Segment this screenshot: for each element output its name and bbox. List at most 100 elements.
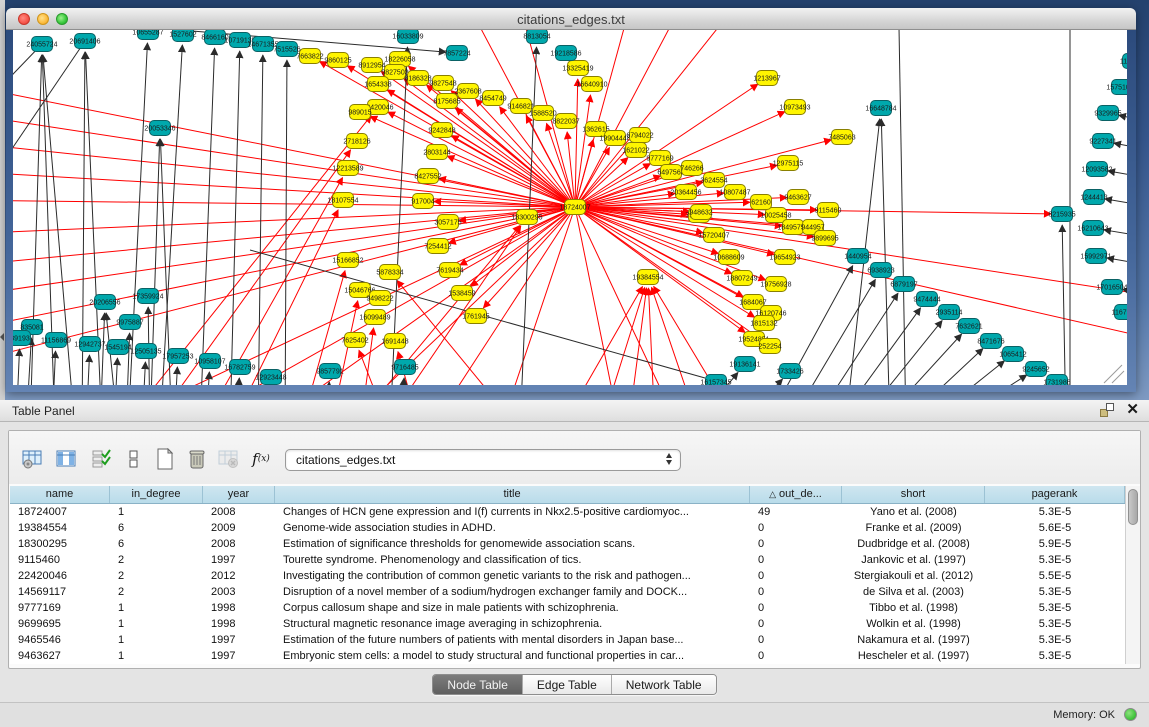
graph-node[interactable]: 10958107 — [194, 354, 225, 369]
graph-node[interactable]: 917004 — [411, 194, 434, 209]
graph-node[interactable]: 2803144 — [423, 145, 450, 160]
graph-node[interactable]: 1545194 — [104, 340, 131, 355]
graph-node[interactable]: 8822037 — [552, 114, 579, 129]
graph-node[interactable]: 9474444 — [913, 292, 940, 307]
graph-node[interactable]: 24055724 — [26, 37, 57, 52]
table-row[interactable]: 1938455462009Genome-wide association stu… — [10, 520, 1140, 536]
graph-node[interactable]: 746266 — [680, 161, 703, 176]
graph-node[interactable]: 6794022 — [626, 128, 653, 143]
graph-node[interactable]: 1815132 — [750, 316, 777, 331]
graph-node[interactable]: 9899695 — [811, 231, 838, 246]
graph-node[interactable]: 9463627 — [784, 190, 811, 205]
graph-node[interactable]: 20691406 — [69, 34, 100, 49]
graph-node[interactable]: 7857224 — [443, 46, 470, 61]
graph-node[interactable]: 20206556 — [89, 295, 120, 310]
graph-node[interactable]: 1527602 — [169, 30, 196, 42]
table-row[interactable]: 977716911998Corpus callosum shape and si… — [10, 600, 1140, 616]
scrollbar-thumb[interactable] — [1128, 489, 1138, 525]
select-columns-icon[interactable] — [89, 447, 113, 471]
graph-node[interactable]: 9329965 — [1094, 106, 1121, 121]
graph-node[interactable]: 948632 — [689, 205, 712, 220]
float-panel-icon[interactable] — [1100, 403, 1114, 417]
graph-node[interactable]: 16640910 — [576, 77, 607, 92]
graph-node[interactable]: 9857791 — [316, 364, 343, 379]
graph-node[interactable]: 9115460 — [815, 203, 842, 218]
graph-node[interactable]: 1761945 — [462, 309, 489, 324]
graph-node[interactable]: 18107554 — [327, 193, 358, 208]
table-row[interactable]: 911546021997Tourette syndrome. Phenomeno… — [10, 552, 1140, 568]
graph-node[interactable]: 9227341 — [1089, 134, 1116, 149]
graph-node[interactable]: 989015 — [348, 105, 371, 120]
graph-node[interactable]: 8215935 — [1048, 207, 1075, 222]
table-scrollbar[interactable] — [1125, 486, 1140, 664]
collapse-arrow-icon[interactable] — [0, 333, 4, 341]
graph-node[interactable]: 9975887 — [116, 315, 143, 330]
graph-node[interactable]: 9860125 — [324, 53, 351, 68]
graph-node[interactable]: 16033809 — [392, 30, 423, 44]
graph-node[interactable]: 8471676 — [977, 334, 1004, 349]
graph-node[interactable]: 1733426 — [776, 364, 803, 379]
graph-node[interactable]: 5878334 — [376, 265, 403, 280]
graph-node[interactable]: 19756928 — [760, 277, 791, 292]
graph-node[interactable]: 7632621 — [955, 319, 982, 334]
graph-node[interactable]: 9245652 — [1022, 362, 1049, 377]
graph-node[interactable]: 9498222 — [366, 291, 393, 306]
tab-edge-table[interactable]: Edge Table — [523, 675, 612, 694]
show-columns-icon[interactable] — [55, 447, 79, 471]
graph-node[interactable]: 12093582 — [1081, 162, 1112, 177]
graph-node[interactable]: 9716485 — [391, 360, 418, 375]
table-row[interactable]: 969969511998Structural magnetic resonanc… — [10, 616, 1140, 632]
graph-node[interactable]: 1112304 — [1120, 54, 1127, 69]
graph-node[interactable]: 15992971 — [1080, 249, 1111, 264]
table-row[interactable]: 1872400712008Changes of HCN gene express… — [10, 504, 1140, 520]
graph-node[interactable]: 19384554 — [632, 270, 663, 285]
graph-node[interactable]: 20053346 — [144, 121, 175, 136]
graph-node[interactable]: 8427552 — [414, 169, 441, 184]
graph-node[interactable]: 1538459 — [448, 286, 475, 301]
close-panel-icon[interactable]: ✕ — [1126, 403, 1139, 417]
graph-node[interactable]: 2367608 — [454, 84, 481, 99]
graph-node[interactable]: 12505135 — [130, 344, 161, 359]
graph-node[interactable]: 8175685 — [433, 94, 460, 109]
graph-node[interactable]: 16648784 — [865, 101, 896, 116]
graph-node[interactable]: 12975115 — [773, 156, 804, 171]
panel-divider-strip[interactable] — [0, 0, 5, 400]
graph-node[interactable]: 7619434 — [436, 263, 463, 278]
column-header-in_degree[interactable]: in_degree — [110, 486, 203, 503]
new-table-icon[interactable] — [153, 447, 177, 471]
graph-node[interactable]: 62160 — [751, 195, 772, 210]
graph-node[interactable]: 3624554 — [700, 173, 727, 188]
delete-attribute-icon[interactable] — [185, 447, 209, 471]
graph-node[interactable]: 7254412 — [424, 239, 451, 254]
column-header-short[interactable]: short — [842, 486, 985, 503]
table-row[interactable]: 946362711997Embryonic stem cells: a mode… — [10, 648, 1140, 664]
graph-node[interactable]: 19654923 — [769, 250, 800, 265]
graph-node[interactable]: 8454749 — [479, 91, 506, 106]
graph-node[interactable]: 6879197 — [890, 277, 917, 292]
graph-node[interactable]: 1731986 — [1043, 375, 1070, 386]
graph-node[interactable]: 16782759 — [224, 360, 255, 375]
graph-node[interactable]: 17957253 — [162, 349, 193, 364]
graph-node[interactable]: 13325419 — [562, 61, 593, 76]
graph-node[interactable]: 3057175 — [434, 215, 461, 230]
table-row[interactable]: 946554611997Estimation of the future num… — [10, 632, 1140, 648]
row-height-icon[interactable] — [122, 447, 146, 471]
graph-node[interactable]: 10807487 — [719, 185, 750, 200]
function-builder-icon[interactable]: f(x) — [249, 447, 273, 471]
column-header-title[interactable]: title — [275, 486, 750, 503]
graph-node[interactable]: 9777169 — [646, 151, 673, 166]
graph-node[interactable]: 252254 — [758, 339, 781, 354]
column-header-name[interactable]: name — [10, 486, 110, 503]
table-row[interactable]: 1830029562008Estimation of significance … — [10, 536, 1140, 552]
graph-node[interactable]: 16157345 — [700, 375, 731, 386]
table-row[interactable]: 1456911722003Disruption of a novel membe… — [10, 584, 1140, 600]
graph-node[interactable]: 1065412 — [999, 347, 1026, 362]
graph-node[interactable]: 12213589 — [332, 161, 363, 176]
graph-node[interactable]: 12923448 — [255, 370, 286, 385]
graph-node[interactable]: 18807249 — [726, 271, 757, 286]
graph-node[interactable]: 1654338 — [364, 77, 391, 92]
graph-node[interactable]: 16099489 — [359, 310, 390, 325]
column-header-out_degree[interactable]: △out_de... — [750, 486, 842, 503]
graph-node[interactable]: 19136141 — [729, 357, 760, 372]
graph-node[interactable]: 6938923 — [867, 263, 894, 278]
